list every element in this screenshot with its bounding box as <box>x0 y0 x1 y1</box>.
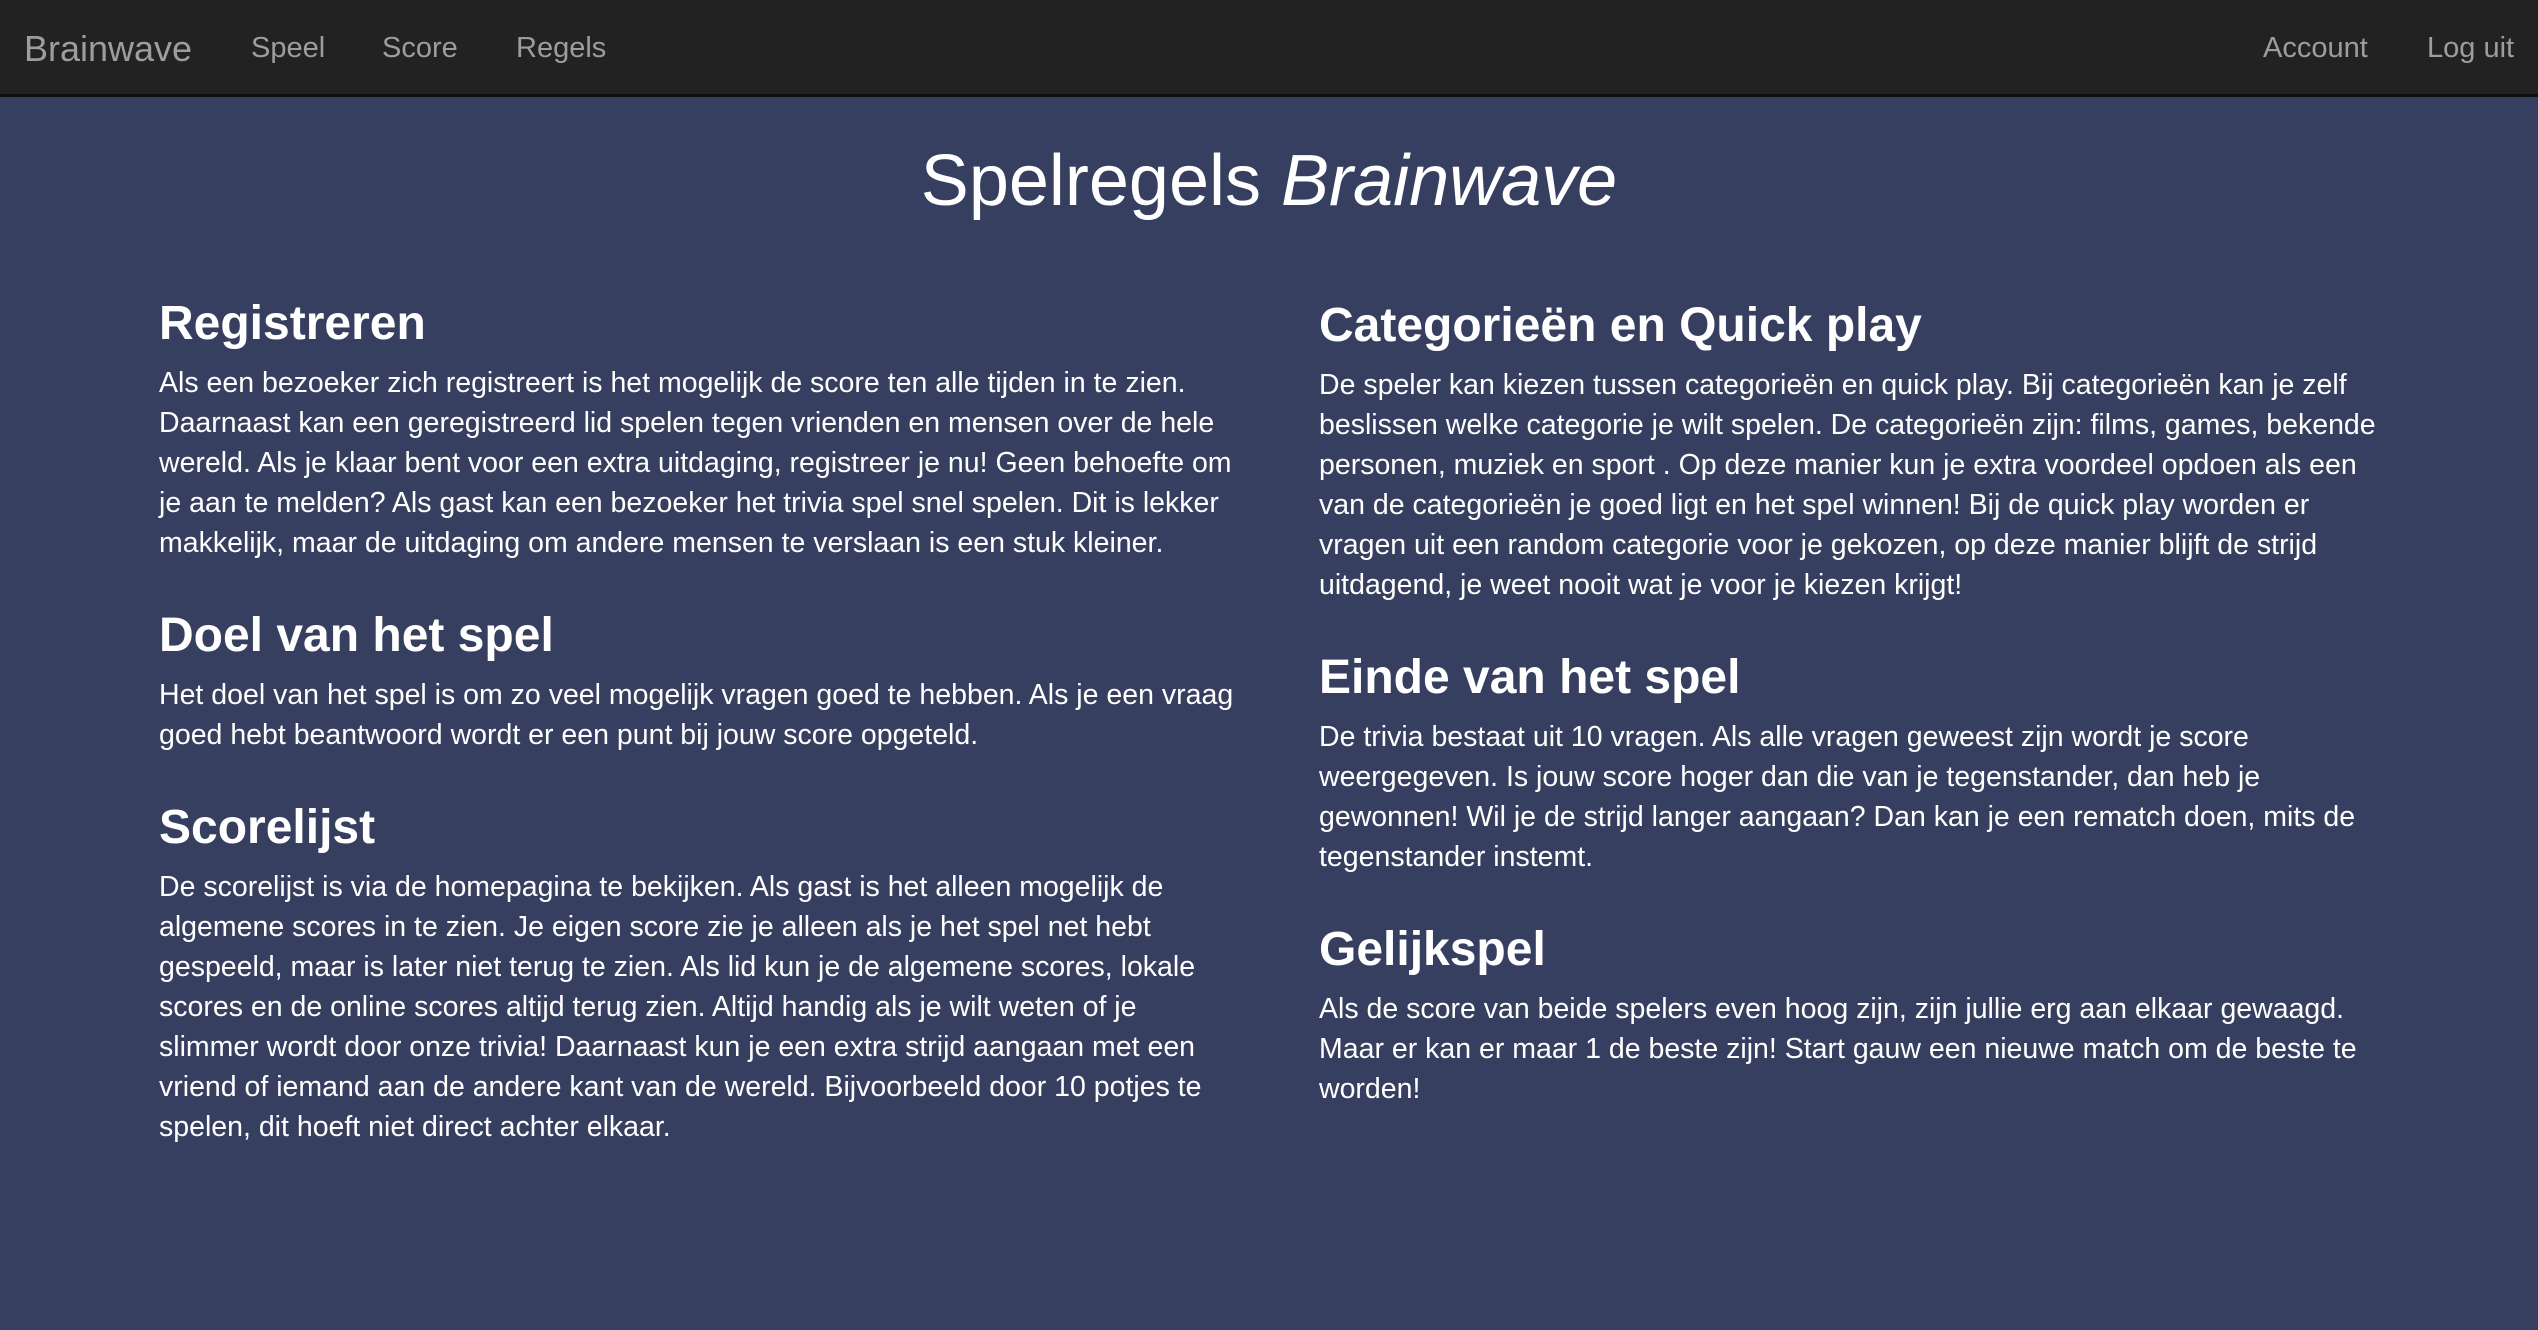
section-heading-categorieen: Categorieën en Quick play <box>1319 299 1922 352</box>
section-einde: Einde van het spel De trivia bestaat uit… <box>1319 649 2399 877</box>
section-heading-registreren: Registreren <box>159 297 426 350</box>
nav-link-score[interactable]: Score <box>382 0 458 97</box>
section-heading-doel: Doel van het spel <box>159 609 554 662</box>
section-body-categorieen: De speler kan kiezen tussen categorieën … <box>1319 369 2376 601</box>
section-registreren: Registreren Als een bezoeker zich regist… <box>159 295 1239 563</box>
section-categorieen: Categorieën en Quick play De speler kan … <box>1319 297 2399 605</box>
page-title-prefix: Spelregels <box>920 141 1262 221</box>
section-body-registreren: Als een bezoeker zich registreert is het… <box>159 367 1232 559</box>
navbar: Brainwave Speel Score Regels Account Log… <box>0 0 2538 97</box>
nav-link-regels[interactable]: Regels <box>516 0 606 97</box>
section-body-doel: Het doel van het spel is om zo veel moge… <box>159 679 1234 751</box>
section-doel: Doel van het spel Het doel van het spel … <box>159 607 1239 755</box>
nav-link-logout[interactable]: Log uit <box>2427 0 2514 97</box>
brand-link[interactable]: Brainwave <box>24 0 192 97</box>
section-scorelijst: Scorelijst De scorelijst is via de homep… <box>159 799 1239 1147</box>
nav-link-speel[interactable]: Speel <box>251 0 325 97</box>
section-body-scorelijst: De scorelijst is via de homepagina te be… <box>159 871 1202 1143</box>
section-heading-einde: Einde van het spel <box>1319 651 1741 704</box>
nav-link-account[interactable]: Account <box>2263 0 2368 97</box>
section-body-einde: De trivia bestaat uit 10 vragen. Als all… <box>1319 721 2356 873</box>
page-title: Spelregels Brainwave <box>0 140 2538 222</box>
section-gelijkspel: Gelijkspel Als de score van beide speler… <box>1319 921 2399 1109</box>
section-heading-scorelijst: Scorelijst <box>159 801 376 854</box>
page-title-emphasis: Brainwave <box>1281 141 1618 221</box>
section-body-gelijkspel: Als de score van beide spelers even hoog… <box>1319 993 2357 1105</box>
section-heading-gelijkspel: Gelijkspel <box>1319 923 1546 976</box>
